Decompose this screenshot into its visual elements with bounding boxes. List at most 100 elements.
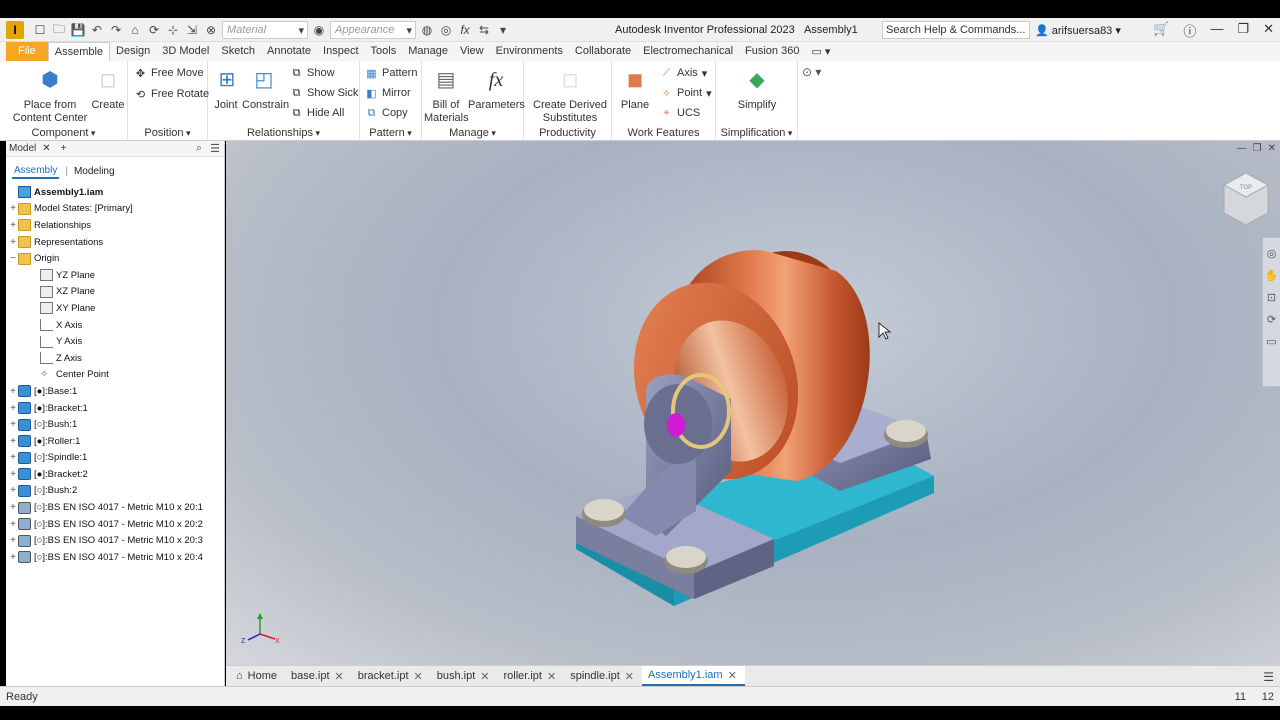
appearance-dropdown[interactable]: Appearance	[330, 21, 416, 39]
tree-node[interactable]: + [○]:BS EN ISO 4017 - Metric M10 x 20:3	[6, 532, 225, 549]
user-account[interactable]: 👤 arifsuersa83 ▾	[1035, 24, 1121, 37]
expand-icon[interactable]: +	[8, 436, 18, 447]
fx-icon[interactable]: fx	[457, 22, 473, 38]
axis-button[interactable]: ⟋ Axis ▾	[660, 65, 708, 81]
ucs-button[interactable]: ⌖ UCS	[660, 105, 700, 121]
tab-environments[interactable]: Environments	[490, 42, 569, 61]
tab-design[interactable]: Design	[110, 42, 156, 61]
expand-icon[interactable]: +	[8, 502, 18, 513]
tree-node[interactable]: Z Axis	[6, 350, 225, 367]
expand-icon[interactable]: +	[8, 237, 18, 248]
tab-inspect[interactable]: Inspect	[317, 42, 364, 61]
browser-menu-icon[interactable]: ☰	[210, 142, 220, 155]
cart-icon[interactable]: 🛒	[1153, 21, 1169, 40]
tree-node[interactable]: + [○]:BS EN ISO 4017 - Metric M10 x 20:2	[6, 516, 225, 533]
tab-fusion-360[interactable]: Fusion 360	[739, 42, 805, 61]
tree-node[interactable]: Y Axis	[6, 333, 225, 350]
simplify-button[interactable]: ◆ Simplify	[732, 65, 782, 112]
create-derived-substitutes-button[interactable]: ◻ Create Derived Substitutes	[528, 65, 612, 125]
inventor-app-icon[interactable]: I	[6, 21, 24, 39]
doc-tab[interactable]: base.ipt ✕	[285, 666, 352, 686]
place-from-content-center-button[interactable]: ⬢ Place from Content Center	[12, 65, 88, 125]
tree-node[interactable]: X Axis	[6, 317, 225, 334]
collapse-icon[interactable]: −	[8, 253, 18, 264]
browser-close-icon[interactable]: ✕	[42, 143, 50, 154]
panel-position-label[interactable]: Position	[128, 127, 207, 139]
tab-close-icon[interactable]: ✕	[414, 670, 423, 683]
free-move-button[interactable]: ✥ Free Move	[134, 65, 204, 81]
measure-icon[interactable]: ⇲	[184, 22, 200, 38]
open-folder-icon[interactable]: 🗀	[51, 22, 67, 38]
tree-node[interactable]: + [○]:BS EN ISO 4017 - Metric M10 x 20:4	[6, 549, 225, 566]
bill-of-materials-button[interactable]: ▤ Bill of Materials	[424, 65, 469, 125]
update-icon[interactable]: ⟳	[146, 22, 162, 38]
hide-all-button[interactable]: ⧉ Hide All	[290, 105, 345, 121]
expand-icon[interactable]: +	[8, 469, 18, 480]
tab-close-icon[interactable]: ✕	[480, 670, 489, 683]
panel-pattern-label[interactable]: Pattern	[360, 127, 421, 139]
browser-title[interactable]: Model	[9, 143, 36, 154]
tab-assemble[interactable]: Assemble	[47, 42, 111, 61]
tab-close-icon[interactable]: ✕	[625, 670, 634, 683]
tree-node[interactable]: − Origin	[6, 250, 225, 267]
expand-icon[interactable]: +	[8, 419, 18, 430]
bolt-2[interactable]	[664, 546, 708, 574]
graphics-viewport[interactable]: — ❐ ✕ TOP X Z ◎ ✋ ⊡ ⟳ ▭	[226, 141, 1280, 665]
doc-tab[interactable]: bracket.ipt ✕	[352, 666, 431, 686]
expand-icon[interactable]: +	[8, 519, 18, 530]
tree-node[interactable]: + [○]:BS EN ISO 4017 - Metric M10 x 20:1	[6, 499, 225, 516]
expand-icon[interactable]: +	[8, 452, 18, 463]
ribbon-display-toggle-icon[interactable]: ▭ ▾	[805, 42, 836, 61]
copy-button[interactable]: ⧉ Copy	[365, 105, 408, 121]
doc-tab[interactable]: bush.ipt ✕	[431, 666, 498, 686]
tree-node[interactable]: + Representations	[6, 234, 225, 251]
help-search-input[interactable]: Search Help & Commands...	[882, 21, 1030, 39]
bolt-3[interactable]	[884, 420, 928, 448]
tree-node[interactable]: YZ Plane	[6, 267, 225, 284]
show-sick-button[interactable]: ⧉ Show Sick	[290, 85, 359, 101]
adjust-appearance-icon[interactable]: ◍	[419, 22, 435, 38]
redo-arrow-icon[interactable]: ⇆	[476, 22, 492, 38]
tab-file[interactable]: File	[6, 42, 48, 61]
tree-node[interactable]: + Model States: [Primary]	[6, 201, 225, 218]
panel-relationships-label[interactable]: Relationships	[208, 127, 359, 139]
panel-component-label[interactable]: Component	[0, 127, 127, 139]
tree-node[interactable]: + Relationships	[6, 217, 225, 234]
steering-wheel-icon[interactable]: ◎	[1263, 247, 1280, 260]
doc-tab[interactable]: spindle.ipt ✕	[564, 666, 642, 686]
panel-manage-label[interactable]: Manage	[422, 127, 523, 139]
show-button[interactable]: ⧉ Show	[290, 65, 335, 81]
tree-node[interactable]: + [●]:Roller:1	[6, 433, 225, 450]
tree-node[interactable]: + [○]:Bush:2	[6, 483, 225, 500]
parameters-button[interactable]: fx Parameters	[468, 65, 525, 112]
mirror-button[interactable]: ◧ Mirror	[365, 85, 410, 101]
create-component-button[interactable]: ◻ Create	[90, 65, 126, 112]
expand-icon[interactable]: +	[8, 386, 18, 397]
pan-icon[interactable]: ✋	[1263, 269, 1280, 282]
save-icon[interactable]: 💾	[70, 22, 86, 38]
tree-node[interactable]: + [●]:Bracket:2	[6, 466, 225, 483]
browser-tab-modeling[interactable]: Modeling	[74, 166, 115, 177]
close-icon[interactable]: ✕	[1263, 21, 1274, 40]
spindle-end[interactable]	[667, 413, 685, 437]
browser-tab-assembly[interactable]: Assembly	[12, 164, 60, 179]
tab-close-icon[interactable]: ✕	[728, 669, 737, 682]
joint-button[interactable]: ⊞ Joint	[212, 65, 240, 112]
look-at-icon[interactable]: ▭	[1263, 335, 1280, 348]
orbit-icon[interactable]: ⟳	[1263, 313, 1280, 326]
browser-search-icon[interactable]: ⌕	[196, 142, 202, 155]
expand-icon[interactable]: +	[8, 403, 18, 414]
tab-3d-model[interactable]: 3D Model	[156, 42, 215, 61]
constrain-button[interactable]: ◰ Constrain	[242, 65, 289, 112]
tree-node[interactable]: + [○]:Bush:1	[6, 416, 225, 433]
minimize-icon[interactable]: —	[1210, 21, 1223, 40]
tab-collaborate[interactable]: Collaborate	[569, 42, 637, 61]
bolt-1[interactable]	[582, 499, 626, 527]
tree-node[interactable]: XY Plane	[6, 300, 225, 317]
clear-appearance-icon[interactable]: ⊗	[203, 22, 219, 38]
panel-simplification-label[interactable]: Simplification	[716, 127, 797, 139]
qat-customize-icon[interactable]: ▾	[495, 22, 511, 38]
browser-add-icon[interactable]: +	[61, 143, 67, 154]
tab-electromechanical[interactable]: Electromechanical	[637, 42, 739, 61]
home-icon[interactable]: ⌂	[127, 22, 143, 38]
